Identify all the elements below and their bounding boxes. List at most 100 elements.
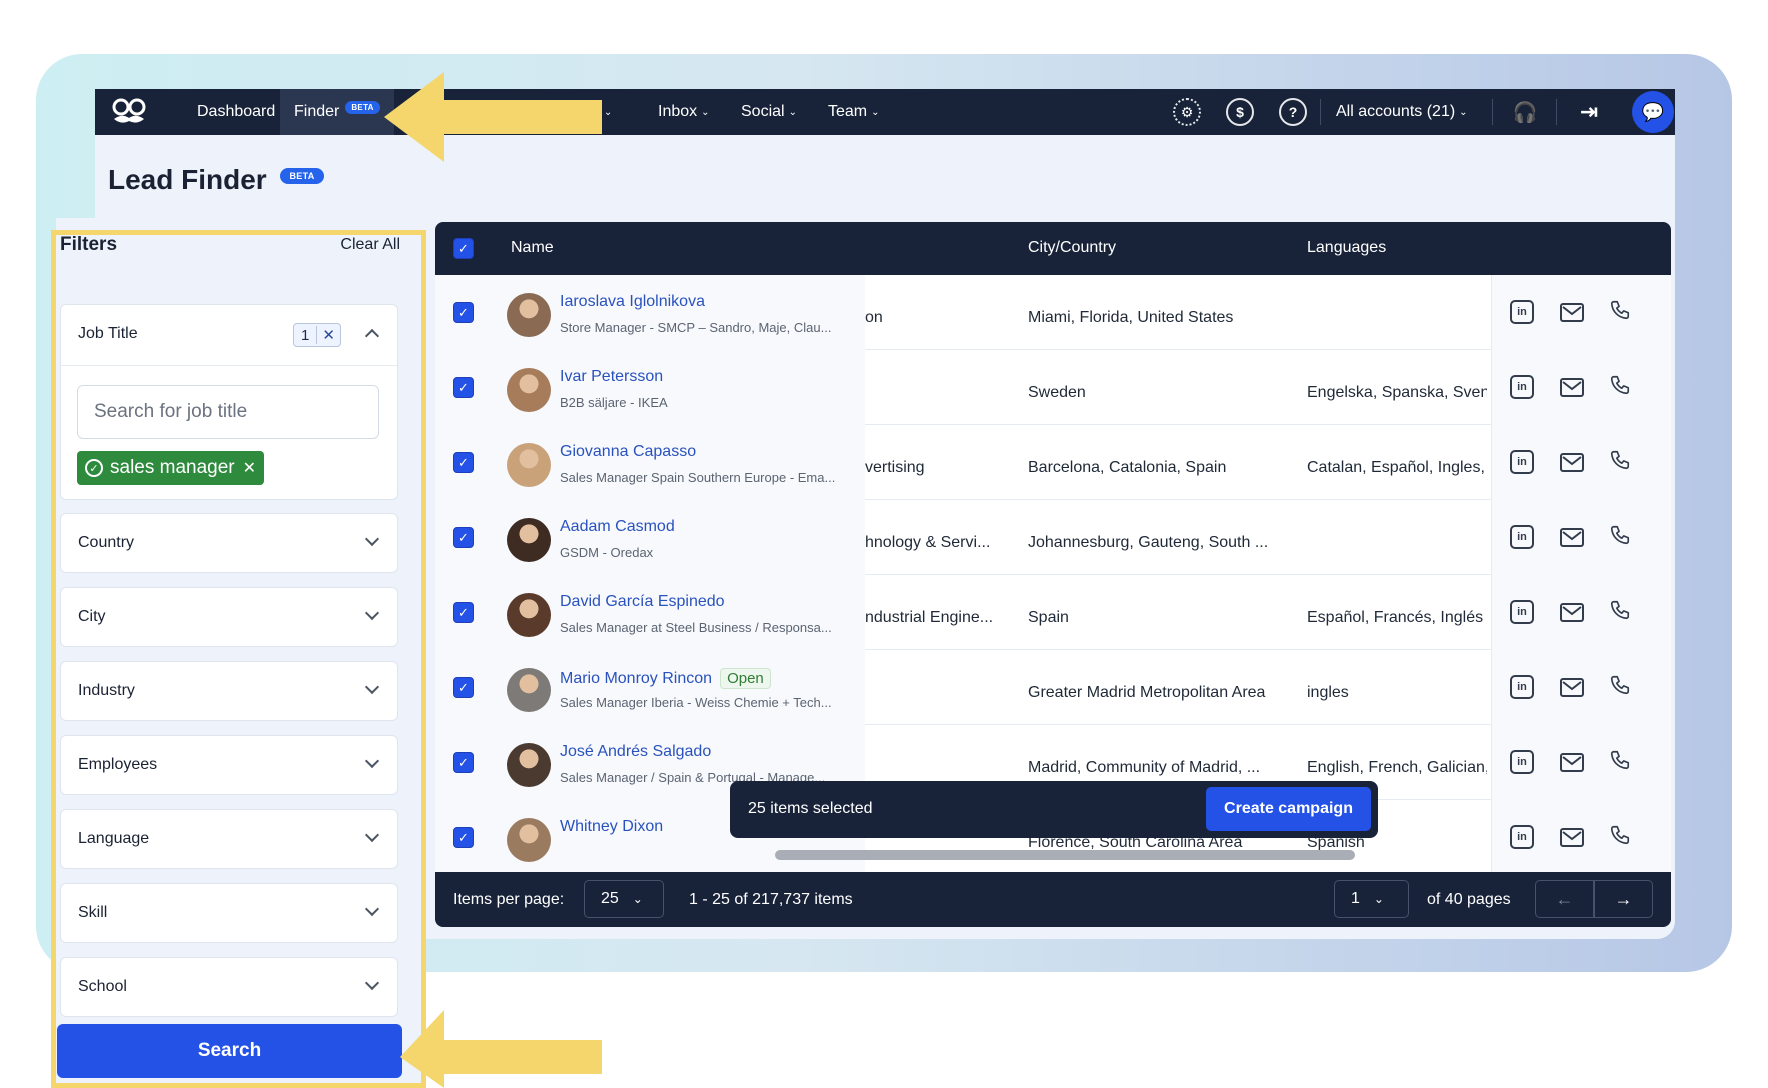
- lead-name-link[interactable]: Aadam Casmod: [560, 518, 675, 536]
- lead-name-link[interactable]: David García Espinedo: [560, 593, 725, 611]
- search-button[interactable]: Search: [57, 1024, 402, 1078]
- city-cell: Barcelona, Catalonia, Spain: [1028, 459, 1227, 476]
- action-cell: in: [1491, 800, 1671, 875]
- lead-name-link[interactable]: Ivar Petersson: [560, 368, 663, 386]
- lead-name-link[interactable]: Whitney Dixon: [560, 818, 663, 836]
- phone-icon[interactable]: [1608, 673, 1632, 697]
- nav-finder[interactable]: Finder BETA: [280, 89, 394, 135]
- mail-icon[interactable]: [1560, 828, 1584, 847]
- mail-icon[interactable]: [1560, 378, 1584, 397]
- header-city[interactable]: City/Country: [1028, 239, 1116, 257]
- table-row[interactable]: ✓ Giovanna Capasso Sales Manager Spain S…: [435, 425, 1671, 500]
- lead-subtitle: Sales Manager Spain Southern Europe - Em…: [560, 470, 836, 485]
- phone-icon[interactable]: [1608, 298, 1632, 322]
- row-checkbox[interactable]: ✓: [453, 527, 474, 548]
- mail-icon[interactable]: [1560, 303, 1584, 322]
- nav-team[interactable]: Team ⌄: [828, 89, 880, 135]
- prev-page-button[interactable]: ←: [1535, 880, 1594, 918]
- row-checkbox[interactable]: ✓: [453, 752, 474, 773]
- lead-name-link[interactable]: Mario Monroy Rincon Open: [560, 668, 771, 689]
- row-checkbox[interactable]: ✓: [453, 677, 474, 698]
- city-cell: Miami, Florida, United States: [1028, 309, 1234, 326]
- phone-handset-icon: [1610, 525, 1630, 545]
- table-header: ✓ Name City/Country Languages: [435, 222, 1671, 275]
- avatar: [507, 743, 551, 787]
- row-checkbox[interactable]: ✓: [453, 602, 474, 623]
- header-name[interactable]: Name: [511, 239, 554, 257]
- row-checkbox[interactable]: ✓: [453, 302, 474, 323]
- action-cell: in: [1491, 575, 1671, 650]
- header-languages[interactable]: Languages: [1307, 239, 1386, 257]
- items-per-page-select[interactable]: 25 ⌄: [584, 880, 664, 918]
- phone-handset-icon: [1610, 750, 1630, 770]
- linkedin-icon[interactable]: in: [1510, 375, 1534, 399]
- nav-inbox[interactable]: Inbox ⌄: [658, 89, 710, 135]
- action-cell: in: [1491, 650, 1671, 725]
- linkedin-icon[interactable]: in: [1510, 750, 1534, 774]
- avatar: [507, 668, 551, 712]
- settings-icon[interactable]: ⚙: [1173, 98, 1201, 126]
- callout-arrow-bottom: [400, 1010, 602, 1088]
- select-all-checkbox[interactable]: ✓: [453, 238, 474, 259]
- envelope-icon: [1562, 380, 1582, 390]
- mail-icon[interactable]: [1560, 753, 1584, 772]
- phone-handset-icon: [1610, 825, 1630, 845]
- support-headset-icon[interactable]: 🎧: [1511, 98, 1539, 126]
- table-row[interactable]: ✓ Iaroslava Iglolnikova Store Manager - …: [435, 275, 1671, 350]
- billing-icon[interactable]: $: [1226, 98, 1254, 126]
- mail-icon[interactable]: [1560, 678, 1584, 697]
- lead-name-link[interactable]: Giovanna Capasso: [560, 443, 696, 461]
- chevron-down-icon: ⌄: [1459, 106, 1468, 118]
- logout-icon[interactable]: ⇥: [1575, 98, 1603, 126]
- lead-name-link[interactable]: José Andrés Salgado: [560, 743, 711, 761]
- phone-icon[interactable]: [1608, 823, 1632, 847]
- chevron-down-icon: ⌄: [788, 106, 797, 118]
- nav-social[interactable]: Social ⌄: [741, 89, 797, 135]
- linkedin-icon[interactable]: in: [1510, 825, 1534, 849]
- accounts-selector[interactable]: All accounts (21) ⌄: [1336, 89, 1468, 135]
- city-cell: Spain: [1028, 609, 1069, 626]
- next-page-button[interactable]: →: [1594, 880, 1653, 918]
- linkedin-icon[interactable]: in: [1510, 300, 1534, 324]
- mail-icon[interactable]: [1560, 453, 1584, 472]
- create-campaign-button[interactable]: Create campaign: [1206, 787, 1371, 831]
- help-icon[interactable]: ?: [1279, 98, 1307, 126]
- linkedin-icon[interactable]: in: [1510, 525, 1534, 549]
- mail-icon[interactable]: [1560, 528, 1584, 547]
- phone-icon[interactable]: [1608, 448, 1632, 472]
- name-cell: [435, 425, 865, 500]
- linkedin-icon[interactable]: in: [1510, 600, 1534, 624]
- chevron-down-icon: ⌄: [603, 106, 613, 118]
- chat-icon[interactable]: 💬: [1632, 91, 1674, 133]
- nav-dashboard[interactable]: Dashboard: [197, 89, 275, 135]
- avatar: [507, 293, 551, 337]
- selection-bar: 25 items selected Create campaign: [730, 781, 1378, 838]
- table-row[interactable]: ✓ David García Espinedo Sales Manager at…: [435, 575, 1671, 650]
- envelope-icon: [1562, 830, 1582, 840]
- lead-name-link[interactable]: Iaroslava Iglolnikova: [560, 293, 705, 311]
- lead-subtitle: B2B säljare - IKEA: [560, 395, 668, 410]
- languages-cell: Catalan, Español, Ingles, I: [1307, 459, 1487, 476]
- mail-icon[interactable]: [1560, 603, 1584, 622]
- phone-icon[interactable]: [1608, 598, 1632, 622]
- table-row[interactable]: ✓ Mario Monroy Rincon Open Sales Manager …: [435, 650, 1671, 725]
- phone-icon[interactable]: [1608, 748, 1632, 772]
- page-select[interactable]: 1 ⌄: [1334, 880, 1409, 918]
- phone-icon[interactable]: [1608, 523, 1632, 547]
- horizontal-scrollbar[interactable]: [775, 850, 1355, 860]
- logo-icon[interactable]: [109, 93, 149, 131]
- phone-icon[interactable]: [1608, 373, 1632, 397]
- linkedin-icon[interactable]: in: [1510, 450, 1534, 474]
- row-checkbox[interactable]: ✓: [453, 827, 474, 848]
- table-row[interactable]: ✓ Ivar Petersson B2B säljare - IKEA Swed…: [435, 350, 1671, 425]
- items-range: 1 - 25 of 217,737 items: [689, 891, 853, 908]
- action-cell: in: [1491, 350, 1671, 425]
- languages-cell: ingles: [1307, 684, 1349, 701]
- envelope-icon: [1562, 605, 1582, 615]
- table-row[interactable]: ✓ Aadam Casmod GSDM - Oredax hnology & S…: [435, 500, 1671, 575]
- nav-divider: [1556, 99, 1557, 125]
- row-checkbox[interactable]: ✓: [453, 452, 474, 473]
- linkedin-icon[interactable]: in: [1510, 675, 1534, 699]
- top-nav: Dashboard FinderBETA ns⌄ Inbox⌄ Social⌄ …: [95, 89, 1675, 135]
- row-checkbox[interactable]: ✓: [453, 377, 474, 398]
